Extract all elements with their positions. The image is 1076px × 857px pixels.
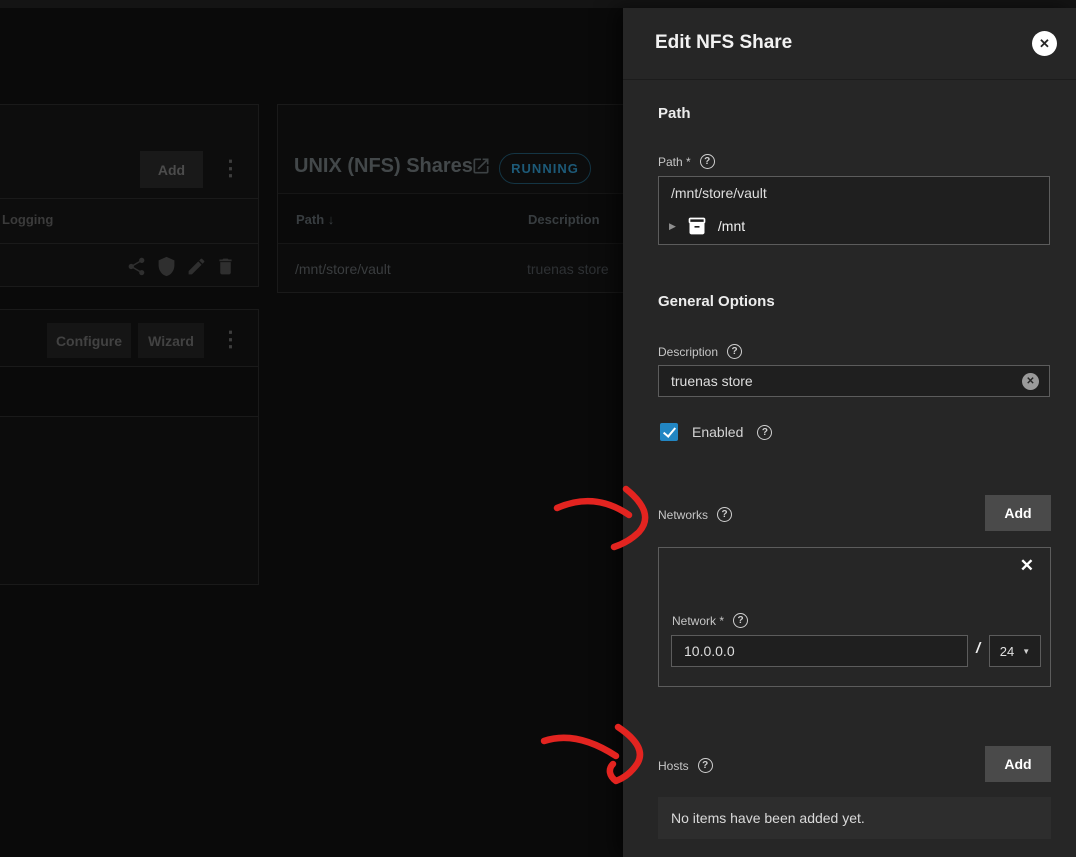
- help-icon[interactable]: ?: [700, 154, 715, 169]
- help-icon[interactable]: ?: [757, 425, 772, 440]
- general-options-heading: General Options: [658, 293, 775, 310]
- network-entry-box: ✕ Network * ? 10.0.0.0 / 24 ▼: [658, 547, 1051, 687]
- remove-network-icon[interactable]: ✕: [1020, 556, 1034, 576]
- edit-nfs-share-panel: Edit NFS Share ✕ Path Path * ? /mnt/stor…: [623, 8, 1076, 857]
- services-add-button[interactable]: Add: [140, 151, 203, 188]
- help-icon[interactable]: ?: [727, 344, 742, 359]
- tree-expand-icon[interactable]: ▶: [669, 221, 676, 232]
- hosts-add-button[interactable]: Add: [985, 746, 1051, 782]
- network-field-label: Network * ?: [672, 613, 748, 628]
- table-header-row: Path ↓ Description: [278, 193, 623, 244]
- wizard-kebab-menu-icon[interactable]: ⋮: [220, 329, 241, 350]
- services-kebab-menu-icon[interactable]: ⋮: [220, 158, 241, 179]
- divider: [0, 243, 258, 244]
- cell-description: truenas store: [527, 261, 609, 277]
- help-icon[interactable]: ?: [717, 507, 732, 522]
- hosts-empty-message: No items have been added yet.: [658, 797, 1051, 839]
- column-label: Path: [296, 212, 324, 227]
- path-section-heading: Path: [658, 105, 691, 122]
- divider: [0, 416, 258, 417]
- wizard-card: Configure Wizard ⋮: [0, 309, 259, 585]
- clear-input-icon[interactable]: ✕: [1022, 373, 1039, 390]
- shield-icon[interactable]: [156, 256, 177, 277]
- enabled-checkbox[interactable]: [660, 423, 678, 441]
- sort-desc-icon: ↓: [328, 212, 335, 227]
- wizard-button[interactable]: Wizard: [138, 323, 204, 358]
- tree-node-label: /mnt: [718, 218, 745, 234]
- help-icon[interactable]: ?: [733, 613, 748, 628]
- description-input[interactable]: truenas store ✕: [658, 365, 1050, 397]
- status-badge: RUNNING: [499, 153, 591, 184]
- table-row[interactable]: /mnt/store/vault truenas store: [278, 244, 623, 294]
- networks-label: Networks ?: [658, 507, 732, 522]
- help-icon[interactable]: ?: [698, 758, 713, 773]
- share-icon[interactable]: [126, 256, 147, 277]
- prefix-value: 24: [1000, 644, 1014, 659]
- open-in-new-icon[interactable]: [471, 156, 491, 176]
- dataset-icon: [687, 216, 707, 236]
- label-text: Description: [658, 345, 718, 359]
- panel-header: Edit NFS Share ✕: [623, 8, 1076, 80]
- label-text: Path *: [658, 155, 691, 169]
- hosts-label: Hosts ?: [658, 758, 713, 773]
- column-header-description[interactable]: Description: [528, 212, 600, 227]
- chevron-down-icon: ▼: [1022, 647, 1030, 656]
- label-text: Networks: [658, 508, 708, 522]
- enabled-row: Enabled ?: [660, 423, 772, 441]
- nfs-shares-card: UNIX (NFS) Shares RUNNING Path ↓ Descrip…: [277, 104, 624, 293]
- close-icon[interactable]: ✕: [1032, 31, 1057, 56]
- path-field-label: Path * ?: [658, 154, 715, 169]
- services-card: Add ⋮ Logging: [0, 104, 259, 287]
- column-header-path[interactable]: Path ↓: [296, 212, 334, 227]
- description-value: truenas store: [671, 373, 753, 389]
- edit-pencil-icon[interactable]: [186, 256, 207, 277]
- panel-title: Edit NFS Share: [655, 32, 792, 54]
- nfs-card-title: UNIX (NFS) Shares: [294, 155, 473, 178]
- top-bar: [0, 0, 1076, 8]
- path-tree-row[interactable]: ▶ /mnt: [658, 208, 1050, 245]
- cell-path: /mnt/store/vault: [295, 261, 391, 277]
- network-input[interactable]: 10.0.0.0: [671, 635, 968, 667]
- networks-add-button[interactable]: Add: [985, 495, 1051, 531]
- prefix-select[interactable]: 24 ▼: [989, 635, 1041, 667]
- cidr-separator: /: [976, 640, 980, 657]
- service-row-label: Logging: [2, 212, 53, 227]
- path-input[interactable]: /mnt/store/vault: [658, 176, 1050, 209]
- divider: [0, 198, 258, 199]
- description-field-label: Description ?: [658, 344, 742, 359]
- configure-button[interactable]: Configure: [47, 323, 131, 358]
- enabled-label: Enabled: [692, 424, 743, 440]
- empty-header-row: [0, 367, 258, 416]
- label-text: Network *: [672, 614, 724, 628]
- label-text: Hosts: [658, 759, 689, 773]
- trash-icon[interactable]: [215, 256, 236, 277]
